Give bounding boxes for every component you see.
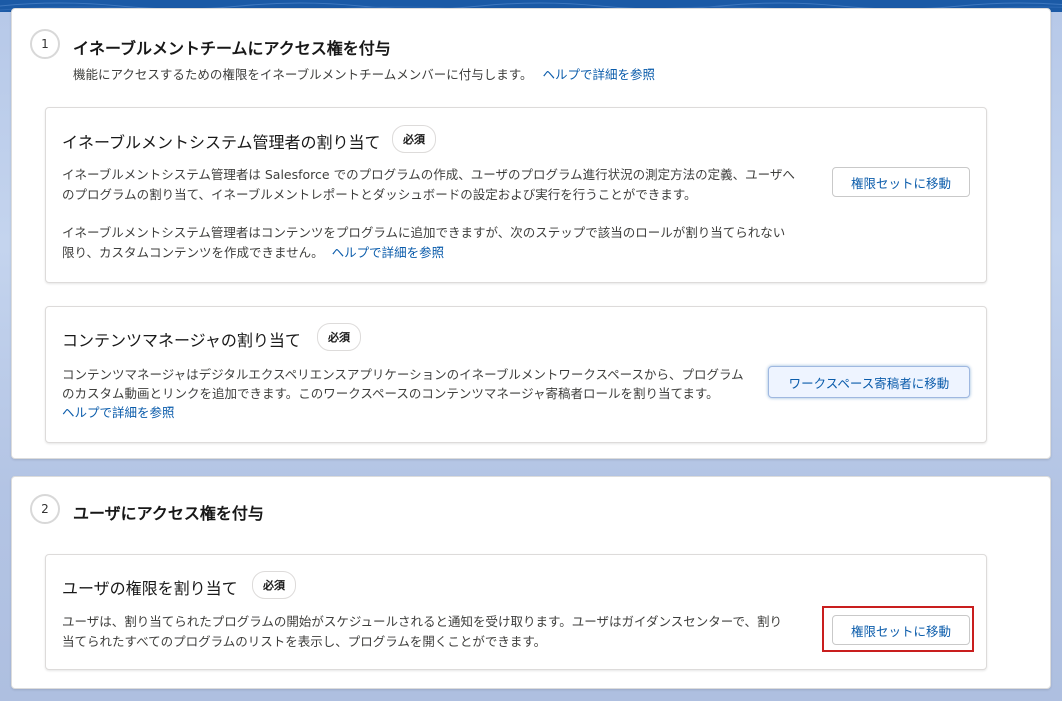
card-content-manager: コンテンツマネージャの割り当て 必須 コンテンツマネージャはデジタルエクスペリエ… [45, 306, 987, 443]
go-to-permission-sets-button[interactable]: 権限セットに移動 [832, 167, 970, 197]
annotation-highlight-box [822, 606, 974, 652]
note-line: 限り、カスタムコンテンツを作成できません。 [62, 245, 324, 260]
required-badge: 必須 [392, 125, 436, 153]
required-badge: 必須 [252, 571, 296, 599]
card-description: イネーブルメントシステム管理者は Salesforce でのプログラムの作成、ユ… [62, 165, 822, 205]
card-description: ユーザは、割り当てられたプログラムの開始がスケジュールされると通知を受け取ります… [62, 612, 822, 652]
description-line: のプログラムの割り当て、イネーブルメントレポートとダッシュボードの設定および実行… [62, 187, 697, 202]
step-number-badge: 2 [30, 494, 60, 524]
card-title: イネーブルメントシステム管理者の割り当て [62, 133, 381, 152]
help-link[interactable]: ヘルプで詳細を参照 [543, 67, 656, 82]
card-enablement-admin: イネーブルメントシステム管理者の割り当て 必須 イネーブルメントシステム管理者は… [45, 107, 987, 283]
card-note: イネーブルメントシステム管理者はコンテンツをプログラムに追加できますが、次のステ… [62, 223, 822, 263]
description-line: のカスタム動画とリンクを追加できます。このワークスペースのコンテンツマネージャ寄… [62, 386, 719, 401]
card-title: コンテンツマネージャの割り当て [62, 331, 301, 350]
step-number-badge: 1 [30, 29, 60, 59]
note-line: イネーブルメントシステム管理者はコンテンツをプログラムに追加できますが、次のステ… [62, 225, 786, 240]
description-line: ユーザは、割り当てられたプログラムの開始がスケジュールされると通知を受け取ります… [62, 614, 783, 629]
required-badge: 必須 [317, 323, 361, 351]
card-title: ユーザの権限を割り当て [62, 579, 238, 598]
description-line: コンテンツマネージャはデジタルエクスペリエンスアプリケーションのイネーブルメント… [62, 367, 744, 382]
description-line: 当てられたすべてのプログラムのリストを表示し、プログラムを開くことができます。 [62, 634, 547, 649]
step-2-section: 2 ユーザにアクセス権を付与 ユーザの権限を割り当て 必須 ユーザは、割り当てら… [11, 476, 1051, 689]
description-line: イネーブルメントシステム管理者は Salesforce でのプログラムの作成、ユ… [62, 167, 795, 182]
help-link[interactable]: ヘルプで詳細を参照 [62, 405, 175, 420]
step-description: 機能にアクセスするための権限をイネーブルメントチームメンバーに付与します。 ヘル… [73, 64, 655, 83]
go-to-workspace-contributors-button[interactable]: ワークスペース寄稿者に移動 [768, 366, 970, 398]
step-title: ユーザにアクセス権を付与 [73, 504, 264, 523]
card-description: コンテンツマネージャはデジタルエクスペリエンスアプリケーションのイネーブルメント… [62, 365, 762, 422]
step-title: イネーブルメントチームにアクセス権を付与 [73, 39, 391, 58]
help-link[interactable]: ヘルプで詳細を参照 [332, 245, 445, 260]
step-1-section: 1 イネーブルメントチームにアクセス権を付与 機能にアクセスするための権限をイネ… [11, 8, 1051, 459]
step-description-text: 機能にアクセスするための権限をイネーブルメントチームメンバーに付与します。 [73, 67, 533, 82]
